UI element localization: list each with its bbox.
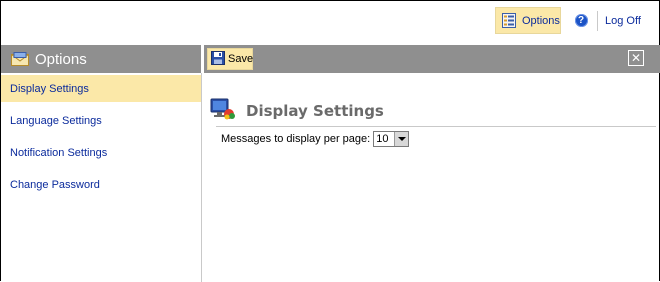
messages-per-page-row: Messages to display per page: 10 — [221, 131, 410, 147]
options-list-icon — [502, 13, 516, 28]
sidebar-item-label: Change Password — [10, 178, 100, 191]
app-frame: Options ? Log Off Options Display Settin… — [0, 0, 660, 282]
save-button[interactable]: Save — [207, 48, 253, 70]
help-icon: ? — [574, 14, 588, 27]
help-button[interactable]: ? — [570, 7, 592, 34]
logoff-link[interactable]: Log Off — [605, 7, 641, 34]
sidebar-item-label: Notification Settings — [10, 146, 108, 159]
logoff-label: Log Off — [605, 14, 641, 27]
sidebar-item-display-settings[interactable]: Display Settings — [1, 75, 201, 102]
sidebar-title: Options — [35, 50, 87, 68]
sidebar-item-label: Display Settings — [10, 82, 89, 95]
save-label: Save — [228, 53, 254, 65]
sidebar-item-notification-settings[interactable]: Notification Settings — [1, 139, 201, 166]
chevron-down-icon[interactable] — [394, 132, 409, 146]
messages-per-page-label: Messages to display per page: — [221, 133, 371, 145]
close-button[interactable]: ✕ — [628, 50, 644, 66]
floppy-disk-icon — [211, 50, 225, 68]
sidebar-item-language-settings[interactable]: Language Settings — [1, 107, 201, 134]
page-title: Display Settings — [246, 101, 384, 120]
title-divider — [216, 126, 656, 127]
main-content: Display Settings Messages to display per… — [204, 73, 659, 282]
main-toolbar: Save ✕ — [204, 45, 660, 73]
close-icon: ✕ — [630, 51, 642, 65]
messages-per-page-select[interactable]: 10 — [373, 131, 410, 147]
sidebar-item-label: Language Settings — [10, 114, 102, 127]
top-options-button[interactable]: Options — [495, 7, 561, 34]
top-separator — [597, 11, 598, 31]
sidebar: Display Settings Language Settings Notif… — [1, 73, 202, 282]
envelope-icon — [11, 52, 29, 66]
page-title-row: Display Settings — [210, 97, 384, 124]
sidebar-header: Options — [1, 45, 201, 73]
messages-per-page-value: 10 — [376, 133, 389, 145]
sidebar-item-change-password[interactable]: Change Password — [1, 171, 201, 198]
monitor-icon — [210, 97, 236, 124]
top-options-label: Options — [522, 14, 560, 27]
top-bar: Options ? Log Off — [1, 1, 659, 41]
